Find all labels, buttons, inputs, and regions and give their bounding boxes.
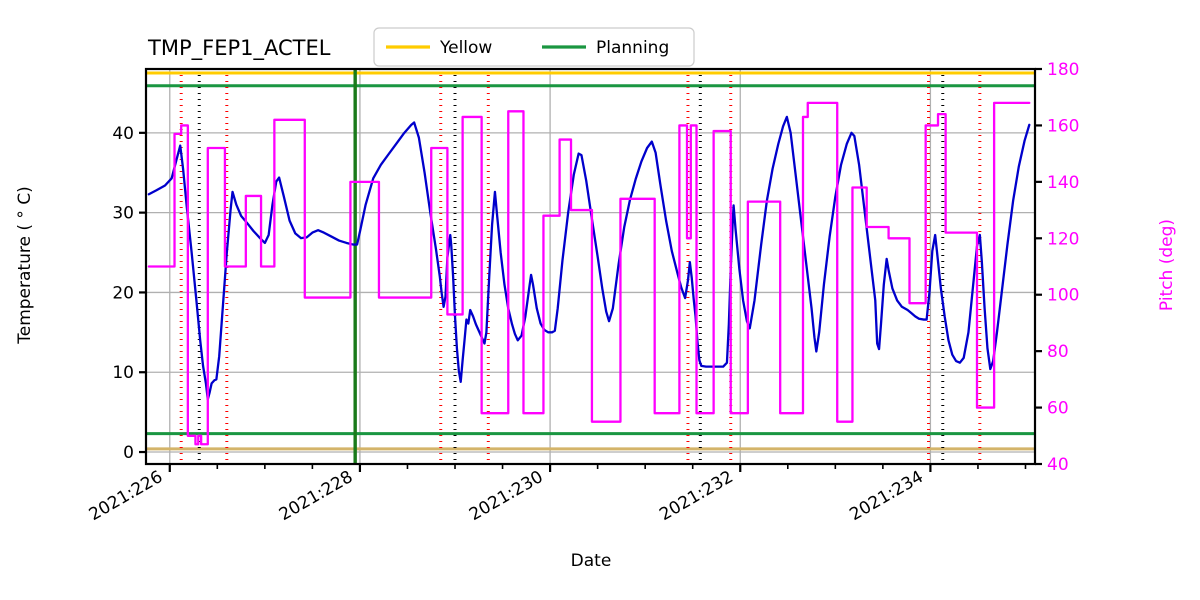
- y2-axis-label: Pitch (deg): [1157, 219, 1177, 311]
- page-title: TMP_FEP1_ACTEL: [147, 36, 331, 61]
- y-tick-label: 30: [112, 204, 134, 224]
- chart-legend[interactable]: Yellow Planning: [373, 27, 695, 67]
- legend-label-planning[interactable]: Planning: [596, 38, 669, 58]
- y-tick-label: 20: [112, 283, 134, 303]
- chart-root: 2021:226 2021:228 2021:230 2021:232 2021:234…: [0, 0, 1200, 600]
- y2-tick-label: 80: [1047, 342, 1069, 362]
- legend-label-yellow[interactable]: Yellow: [439, 38, 492, 58]
- y2-tick-label: 180: [1047, 60, 1079, 80]
- y2-tick-label: 40: [1047, 455, 1069, 475]
- y2-tick-label: 100: [1047, 286, 1079, 306]
- y-tick-label: 40: [112, 124, 134, 144]
- y2-tick-label: 60: [1047, 399, 1069, 419]
- chart-background: [0, 0, 1200, 600]
- chart-svg: 2021:226 2021:228 2021:230 2021:232 2021:234…: [0, 0, 1200, 600]
- y2-tick-label: 160: [1047, 116, 1079, 136]
- x-axis-label: Date: [571, 551, 612, 571]
- y2-tick-label: 120: [1047, 229, 1079, 249]
- y-tick-label: 0: [123, 443, 134, 463]
- y2-tick-label: 140: [1047, 173, 1079, 193]
- y-tick-label: 10: [112, 363, 134, 383]
- y-axis-label: Temperature ( ° C): [15, 186, 35, 345]
